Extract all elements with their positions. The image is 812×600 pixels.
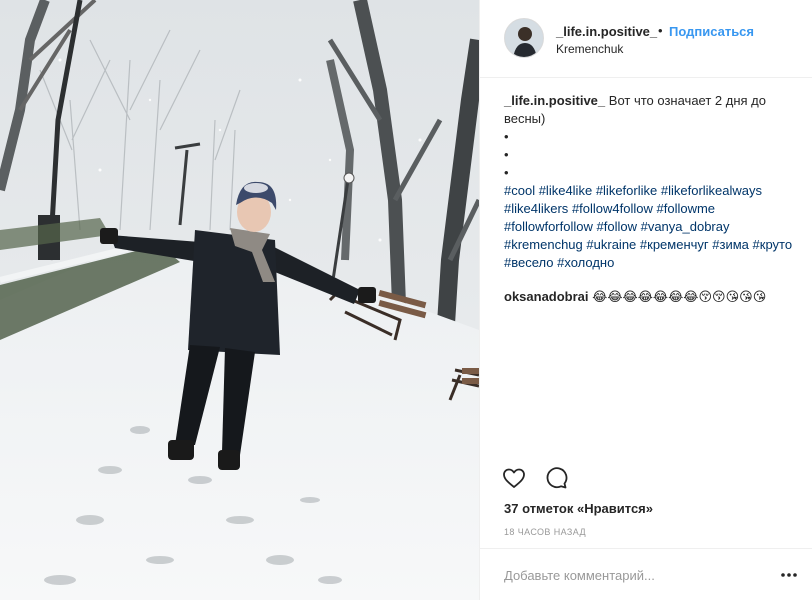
comment-icon bbox=[546, 467, 568, 489]
post-timestamp[interactable]: 18 ЧАСОВ НАЗАД bbox=[504, 527, 586, 537]
hashtag-link[interactable]: #vanya_dobray bbox=[641, 219, 730, 234]
caption-dot: • bbox=[504, 147, 509, 162]
comment-text: 😂😂😂😂😂😂😂😚😚😘😘😘 bbox=[592, 289, 767, 304]
avatar-image bbox=[505, 19, 543, 57]
instagram-post: _life.in.positive_ • Подписаться Kremenc… bbox=[0, 0, 812, 600]
hashtag-link[interactable]: #follow4follow bbox=[572, 201, 653, 216]
hashtag-link[interactable]: #ukraine bbox=[586, 237, 636, 252]
hashtag-link[interactable]: #kremenchug bbox=[504, 237, 583, 252]
comment-item: oksanadobrai 😂😂😂😂😂😂😂😚😚😘😘😘 bbox=[504, 288, 800, 306]
more-options-button[interactable] bbox=[779, 565, 799, 585]
snowy-park-photo bbox=[0, 0, 479, 600]
more-options-icon bbox=[781, 573, 797, 577]
hashtag-link[interactable]: #like4like bbox=[539, 183, 592, 198]
location-link[interactable]: Kremenchuk bbox=[556, 42, 623, 56]
header-username[interactable]: _life.in.positive_ bbox=[556, 24, 657, 39]
hashtag-link[interactable]: #followme bbox=[657, 201, 716, 216]
comments-list: _life.in.positive_ Вот что означает 2 дн… bbox=[504, 92, 800, 306]
heart-icon bbox=[503, 468, 525, 488]
caption-dot: • bbox=[504, 129, 509, 144]
hashtag-link[interactable]: #like4likers bbox=[504, 201, 568, 216]
hashtag-link[interactable]: #зима bbox=[712, 237, 749, 252]
avatar[interactable] bbox=[504, 18, 544, 58]
hashtag-link[interactable]: #likeforlikealways bbox=[661, 183, 762, 198]
hashtag-link[interactable]: #круто bbox=[753, 237, 793, 252]
post-header: _life.in.positive_ • Подписаться Kremenc… bbox=[480, 0, 812, 78]
hashtag-link[interactable]: #follow bbox=[597, 219, 637, 234]
post-photo[interactable] bbox=[0, 0, 479, 600]
follow-button[interactable]: Подписаться bbox=[669, 24, 754, 39]
hashtag-link[interactable]: #кременчуг bbox=[640, 237, 709, 252]
add-comment-bar bbox=[480, 548, 812, 600]
caption: _life.in.positive_ Вот что означает 2 дн… bbox=[504, 92, 800, 272]
caption-dot: • bbox=[504, 165, 509, 180]
comment-username[interactable]: oksanadobrai bbox=[504, 289, 589, 304]
like-button[interactable] bbox=[502, 466, 526, 490]
hashtag-link[interactable]: #likeforlike bbox=[596, 183, 657, 198]
caption-username[interactable]: _life.in.positive_ bbox=[504, 93, 605, 108]
action-bar bbox=[480, 458, 812, 498]
hashtag-link[interactable]: #холодно bbox=[557, 255, 614, 270]
likes-count[interactable]: 37 отметок «Нравится» bbox=[504, 501, 653, 516]
hashtag-link[interactable]: #followforfollow bbox=[504, 219, 593, 234]
post-side-panel: _life.in.positive_ • Подписаться Kremenc… bbox=[479, 0, 812, 600]
header-separator: • bbox=[658, 23, 663, 38]
comment-button[interactable] bbox=[544, 466, 568, 490]
hashtag-link[interactable]: #весело bbox=[504, 255, 553, 270]
hashtag-link[interactable]: #cool bbox=[504, 183, 535, 198]
hashtags: #cool #like4like #likeforlike #likeforli… bbox=[504, 182, 800, 272]
comment-input[interactable] bbox=[504, 564, 764, 586]
